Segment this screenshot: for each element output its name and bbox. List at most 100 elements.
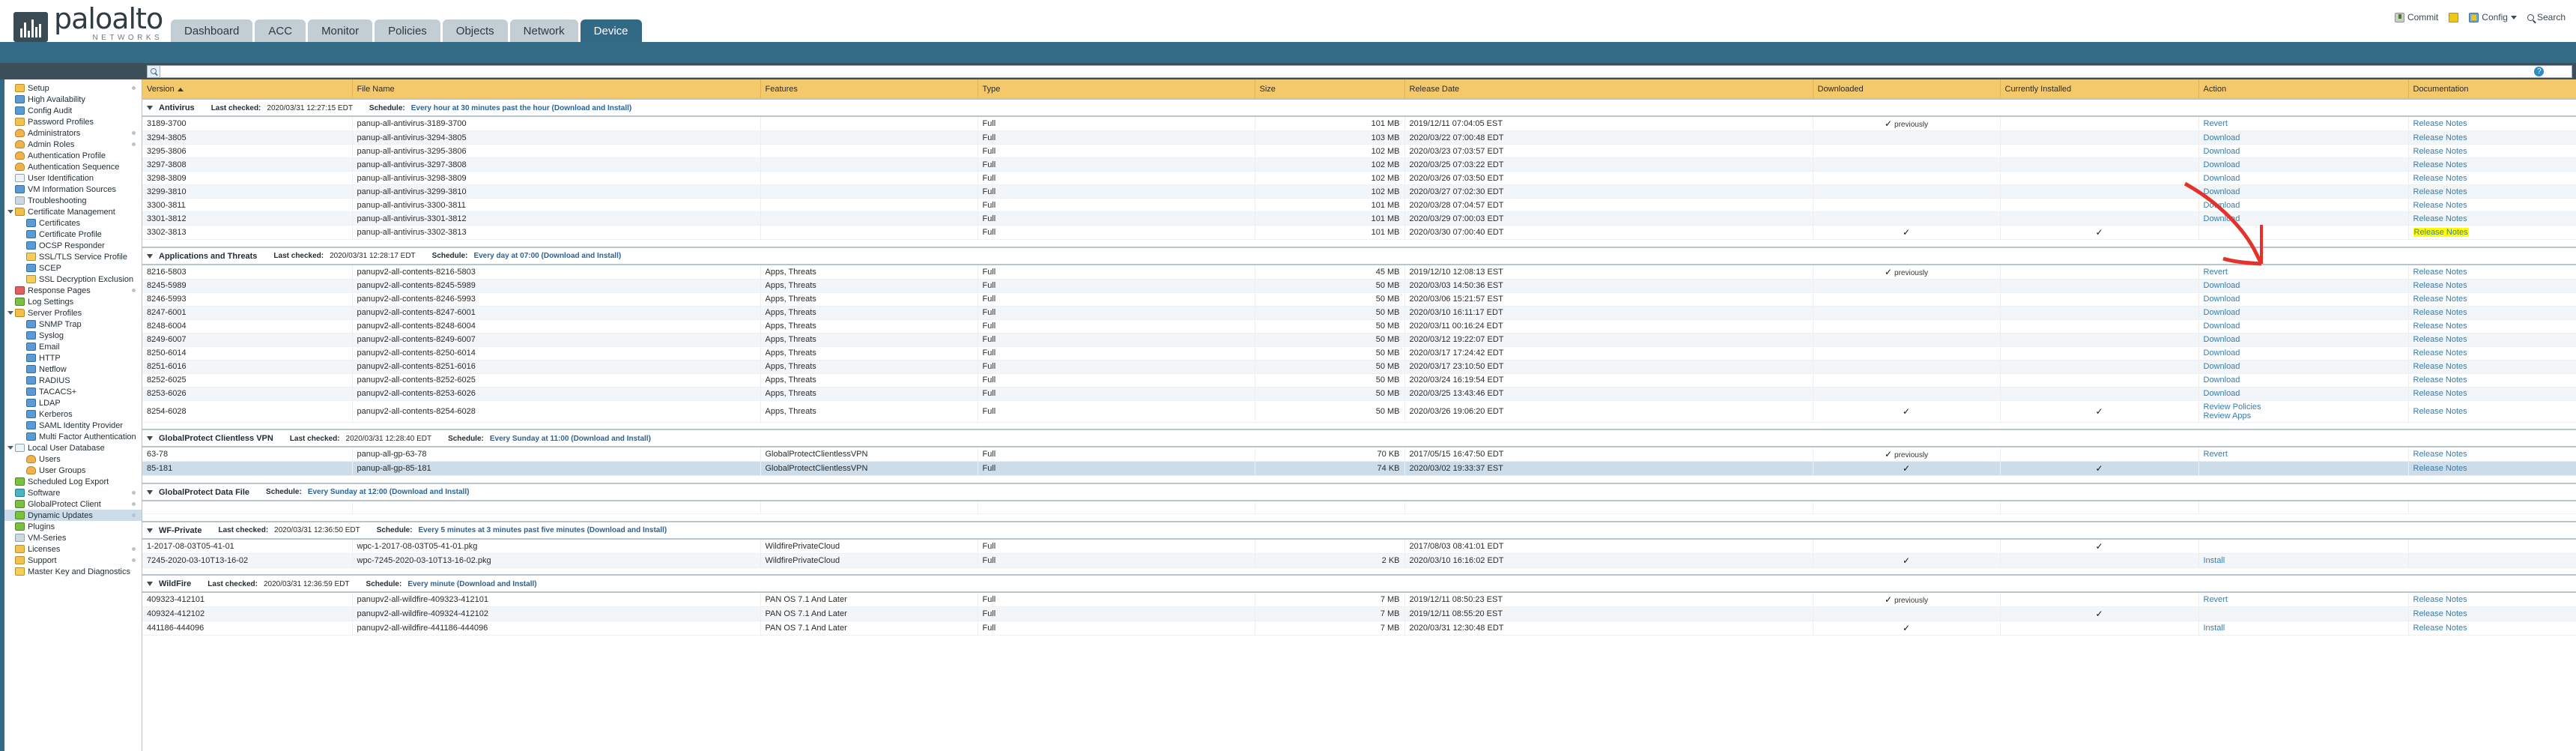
table-row[interactable]: 3298-3809 panup-all-antivirus-3298-3809 Fu… <box>142 171 2576 185</box>
sidebar-item-vm-series[interactable]: VM-Series <box>4 532 142 543</box>
release-notes-link[interactable]: Release Notes <box>2413 147 2467 156</box>
column-header-features[interactable]: Features <box>760 79 978 100</box>
table-row[interactable]: 8252-6025 panupv2-all-contents-8252-6025 A… <box>142 373 2576 387</box>
sidebar-item-multi-factor-authentication[interactable]: Multi Factor Authentication <box>4 431 142 442</box>
table-row[interactable]: 8251-6016 panupv2-all-contents-8251-6016 A… <box>142 360 2576 374</box>
release-notes-link[interactable]: Release Notes <box>2413 268 2467 277</box>
twisty-expanded-icon[interactable] <box>6 210 14 214</box>
release-notes-link[interactable]: Release Notes <box>2413 464 2467 473</box>
sidebar-item-globalprotect-client[interactable]: GlobalProtect Client <box>4 498 142 510</box>
table-row[interactable]: 3299-3810 panup-all-antivirus-3299-3810 Fu… <box>142 184 2576 199</box>
table-row[interactable]: 8248-6004 panupv2-all-contents-8248-6004 A… <box>142 319 2576 334</box>
release-notes-link[interactable]: Release Notes <box>2413 322 2467 331</box>
action-link[interactable]: Download <box>2204 187 2240 196</box>
tab-network[interactable]: Network <box>509 19 578 42</box>
action-link[interactable]: Download <box>2204 322 2240 331</box>
action-link[interactable]: Download <box>2204 201 2240 210</box>
table-row[interactable]: 3301-3812 panup-all-antivirus-3301-3812 Fu… <box>142 211 2576 226</box>
release-notes-link[interactable]: Release Notes <box>2413 214 2467 223</box>
sidebar-item-user-groups[interactable]: User Groups <box>4 465 142 476</box>
column-header-downloaded[interactable]: Downloaded <box>1813 79 2001 100</box>
sidebar-item-http[interactable]: HTTP <box>4 352 142 364</box>
action-link[interactable]: Download <box>2204 389 2240 398</box>
action-link[interactable]: Download <box>2204 214 2240 223</box>
release-notes-link[interactable]: Release Notes <box>2413 595 2467 604</box>
sidebar-item-tacacs-[interactable]: TACACS+ <box>4 386 142 397</box>
sidebar-item-certificates[interactable]: Certificates <box>4 217 142 229</box>
table-row[interactable]: 8250-6014 panupv2-all-contents-8250-6014 A… <box>142 346 2576 361</box>
table-row[interactable] <box>142 500 2576 514</box>
sidebar-item-radius[interactable]: RADIUS <box>4 375 142 386</box>
sidebar-item-ssl-decryption-exclusion[interactable]: SSL Decryption Exclusion <box>4 274 142 285</box>
group-twisty-icon[interactable] <box>147 528 153 533</box>
release-notes-link[interactable]: Release Notes <box>2413 362 2467 371</box>
sidebar-item-config-audit[interactable]: Config Audit <box>4 105 142 116</box>
tab-monitor[interactable]: Monitor <box>308 19 373 42</box>
column-header-documentation[interactable]: Documentation <box>2408 79 2576 100</box>
sidebar-item-troubleshooting[interactable]: Troubleshooting <box>4 195 142 206</box>
tab-dashboard[interactable]: Dashboard <box>171 19 253 42</box>
sidebar-item-vm-information-sources[interactable]: VM Information Sources <box>4 184 142 195</box>
lock-button[interactable] <box>2449 12 2459 22</box>
release-notes-link[interactable]: Release Notes <box>2413 201 2467 210</box>
column-header-size[interactable]: Size <box>1255 79 1405 100</box>
column-header-action[interactable]: Action <box>2198 79 2409 100</box>
group-twisty-icon[interactable] <box>147 106 153 110</box>
sidebar-item-scheduled-log-export[interactable]: Scheduled Log Export <box>4 476 142 487</box>
table-row[interactable]: 8254-6028 panupv2-all-contents-8254-6028 A… <box>142 400 2576 423</box>
action-link[interactable]: Download <box>2204 295 2240 304</box>
sidebar-item-ldap[interactable]: LDAP <box>4 397 142 408</box>
table-row[interactable]: 3295-3806 panup-all-antivirus-3295-3806 Fu… <box>142 144 2576 158</box>
action-link[interactable]: Download <box>2204 147 2240 156</box>
table-row[interactable]: 7245-2020-03-10T13-16-02 wpc-7245-2020-03… <box>142 553 2576 568</box>
release-notes-link[interactable]: Release Notes <box>2413 281 2467 290</box>
sidebar-item-ocsp-responder[interactable]: OCSP Responder <box>4 240 142 251</box>
action-link[interactable]: Download <box>2204 133 2240 142</box>
release-notes-link[interactable]: Release Notes <box>2413 174 2467 183</box>
sidebar-item-response-pages[interactable]: Response Pages <box>4 285 142 296</box>
action-link[interactable]: Download <box>2204 362 2240 371</box>
column-header-currently-installed[interactable]: Currently Installed <box>2000 79 2199 100</box>
group-twisty-icon[interactable] <box>147 436 153 441</box>
tab-policies[interactable]: Policies <box>375 19 440 42</box>
sidebar-item-certificate-profile[interactable]: Certificate Profile <box>4 229 142 240</box>
table-row[interactable]: 8216-5803 panupv2-all-contents-8216-5803 A… <box>142 264 2576 280</box>
sidebar-item-authentication-profile[interactable]: Authentication Profile <box>4 150 142 161</box>
release-notes-link[interactable]: Release Notes <box>2413 160 2467 169</box>
schedule-link[interactable]: Every Sunday at 12:00 (Download and Inst… <box>308 488 470 496</box>
table-row[interactable]: 3189-3700 panup-all-antivirus-3189-3700 Fu… <box>142 116 2576 131</box>
sidebar-item-password-profiles[interactable]: Password Profiles <box>4 116 142 127</box>
action-link[interactable]: Install <box>2204 624 2225 633</box>
release-notes-link[interactable]: Release Notes <box>2413 187 2467 196</box>
release-notes-link[interactable]: Release Notes <box>2413 308 2467 317</box>
action-link[interactable]: Install <box>2204 556 2225 565</box>
filter-search-input[interactable] <box>160 64 2572 78</box>
action-link[interactable]: Download <box>2204 376 2240 384</box>
column-header-release-date[interactable]: Release Date <box>1404 79 1813 100</box>
sidebar-item-scep[interactable]: SCEP <box>4 262 142 274</box>
action-link[interactable]: Review Policies <box>2204 402 2261 411</box>
release-notes-link[interactable]: Release Notes <box>2413 624 2467 633</box>
table-row[interactable]: 85-181 panup-all-gp-85-181 GlobalProtectCl… <box>142 461 2576 476</box>
release-notes-link[interactable]: Release Notes <box>2413 450 2467 459</box>
commit-button[interactable]: Commit <box>2394 12 2438 22</box>
group-twisty-icon[interactable] <box>147 582 153 586</box>
sidebar-item-email[interactable]: Email <box>4 341 142 352</box>
sidebar-item-netflow[interactable]: Netflow <box>4 364 142 375</box>
release-notes-link[interactable]: Release Notes <box>2413 133 2467 142</box>
release-notes-link[interactable]: Release Notes <box>2413 389 2467 398</box>
tab-objects[interactable]: Objects <box>442 19 508 42</box>
sidebar-item-high-availability[interactable]: High Availability <box>4 94 142 105</box>
table-row[interactable]: 63-78 panup-all-gp-63-78 GlobalProtectClie… <box>142 447 2576 462</box>
action-link[interactable]: Revert <box>2204 450 2228 459</box>
twisty-expanded-icon[interactable] <box>6 311 14 315</box>
sidebar-item-plugins[interactable]: Plugins <box>4 521 142 532</box>
sidebar-item-ssl-tls-service-profile[interactable]: SSL/TLS Service Profile <box>4 251 142 262</box>
table-row[interactable]: 441186-444096 panupv2-all-wildfire-441186… <box>142 621 2576 636</box>
sidebar-item-users[interactable]: Users <box>4 453 142 465</box>
sidebar-item-setup[interactable]: Setup <box>4 82 142 94</box>
action-link[interactable]: Download <box>2204 281 2240 290</box>
release-notes-link[interactable]: Release Notes <box>2413 335 2467 344</box>
help-label[interactable]: Help <box>2553 67 2570 76</box>
table-row[interactable]: 3297-3808 panup-all-antivirus-3297-3808 Fu… <box>142 157 2576 172</box>
